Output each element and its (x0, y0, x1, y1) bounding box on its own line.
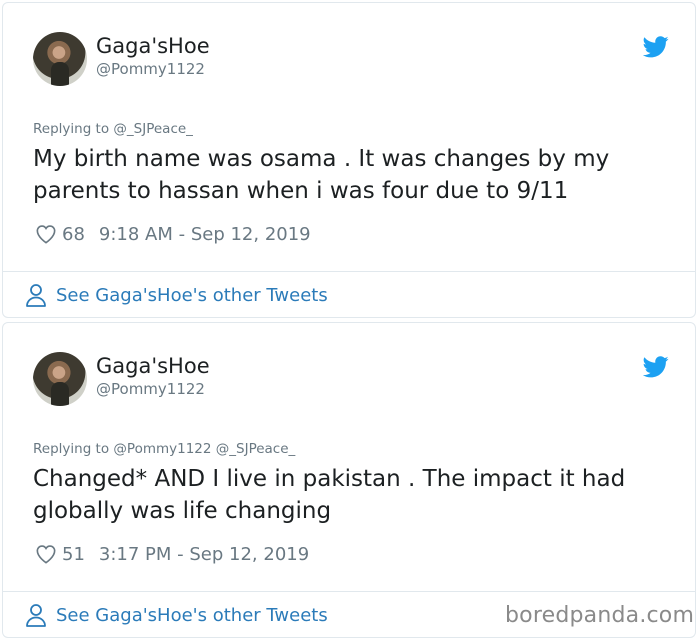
like-count: 51 (62, 543, 85, 565)
twitter-bird-icon[interactable] (643, 356, 669, 378)
heart-icon[interactable] (35, 224, 57, 244)
tweet-card: Gaga'sHoe @Pommy1122 Replying to @Pommy1… (2, 322, 696, 638)
replying-to: Replying to @Pommy1122 @_SJPeace_ (33, 441, 295, 457)
replying-prefix: Replying to (33, 441, 110, 457)
divider (3, 591, 695, 592)
tweet-meta: 51 3:17 PM - Sep 12, 2019 (35, 541, 309, 567)
author-handle[interactable]: @Pommy1122 (96, 380, 205, 398)
watermark: boredpanda.com (505, 603, 695, 628)
replying-to-link[interactable]: @_SJPeace_ (113, 121, 193, 137)
avatar[interactable] (33, 32, 87, 86)
author-name[interactable]: Gaga'sHoe (96, 353, 210, 379)
see-other-tweets-link[interactable]: See Gaga'sHoe's other Tweets (25, 603, 328, 627)
twitter-bird-icon[interactable] (643, 36, 669, 58)
like-count: 68 (62, 223, 85, 245)
see-other-tweets-label[interactable]: See Gaga'sHoe's other Tweets (56, 605, 328, 626)
avatar[interactable] (33, 352, 87, 406)
tweet-text: Changed* AND I live in pakistan . The im… (33, 466, 626, 524)
heart-icon[interactable] (35, 544, 57, 564)
person-icon (26, 284, 46, 307)
tweet-meta: 68 9:18 AM - Sep 12, 2019 (35, 221, 311, 247)
divider (3, 271, 695, 272)
replying-to-link[interactable]: @Pommy1122 @_SJPeace_ (113, 441, 295, 457)
tweet-card: Gaga'sHoe @Pommy1122 Replying to @_SJPea… (2, 2, 696, 318)
timestamp[interactable]: 9:18 AM - Sep 12, 2019 (99, 224, 311, 245)
author-name[interactable]: Gaga'sHoe (96, 33, 210, 59)
person-icon (26, 604, 46, 627)
see-other-tweets-label[interactable]: See Gaga'sHoe's other Tweets (56, 285, 328, 306)
timestamp[interactable]: 3:17 PM - Sep 12, 2019 (99, 544, 309, 565)
see-other-tweets-link[interactable]: See Gaga'sHoe's other Tweets (25, 283, 328, 307)
tweet-text: My birth name was osama . It was changes… (33, 146, 610, 204)
author-handle[interactable]: @Pommy1122 (96, 60, 205, 78)
replying-prefix: Replying to (33, 121, 110, 137)
replying-to: Replying to @_SJPeace_ (33, 121, 193, 137)
